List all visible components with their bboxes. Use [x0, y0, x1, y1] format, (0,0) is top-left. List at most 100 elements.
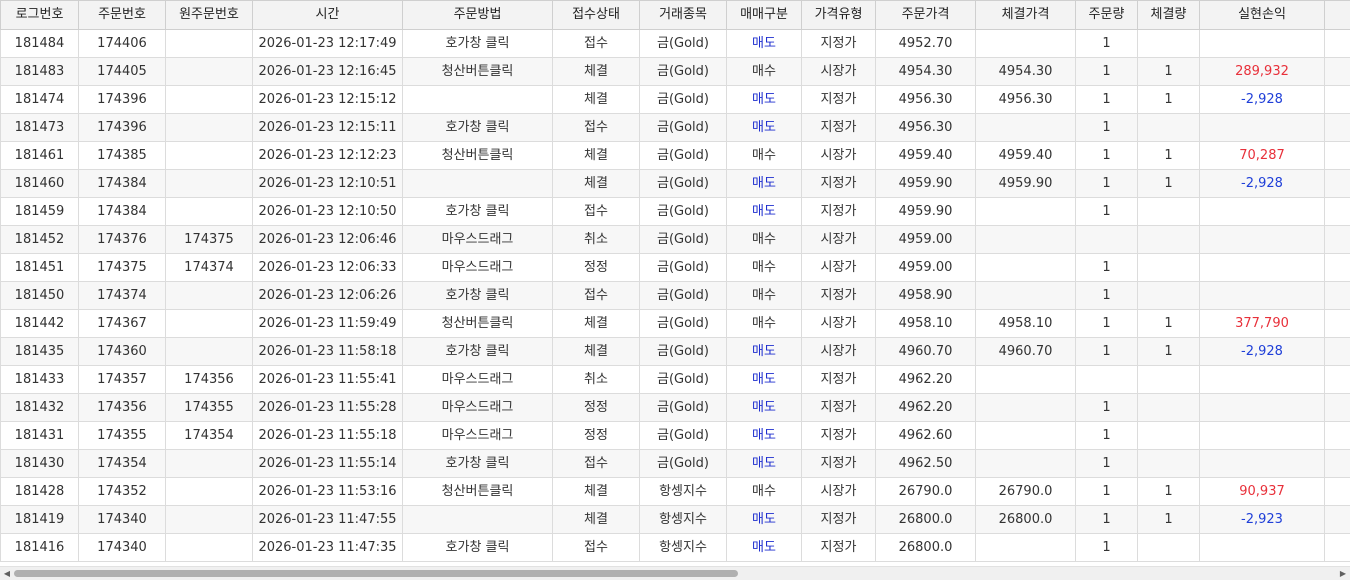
- cell-fill-price: 4954.30: [976, 58, 1076, 86]
- column-header-fill-qty[interactable]: 체결량: [1138, 1, 1200, 30]
- cell-original-order-number: [166, 534, 253, 562]
- table-row[interactable]: 1814191743402026-01-23 11:47:55체결항셍지수매도지…: [1, 506, 1350, 534]
- cell-order-number: 174340: [79, 506, 166, 534]
- cell-order-qty: 1: [1076, 310, 1138, 338]
- cell-filler: [1325, 226, 1350, 254]
- column-header-instrument[interactable]: 거래종목: [640, 1, 727, 30]
- table-row[interactable]: 1814161743402026-01-23 11:47:35호가창 클릭접수항…: [1, 534, 1350, 562]
- cell-original-order-number: 174355: [166, 394, 253, 422]
- column-header-price-type[interactable]: 가격유형: [802, 1, 876, 30]
- cell-instrument: 금(Gold): [640, 58, 727, 86]
- cell-order-number: 174406: [79, 30, 166, 58]
- table-row[interactable]: 1814841744062026-01-23 12:17:49호가창 클릭접수금…: [1, 30, 1350, 58]
- cell-order-price: 4960.70: [876, 338, 976, 366]
- cell-order-number: 174340: [79, 534, 166, 562]
- table-row[interactable]: 1814301743542026-01-23 11:55:14호가창 클릭접수금…: [1, 450, 1350, 478]
- cell-original-order-number: [166, 86, 253, 114]
- cell-order-number: 174355: [79, 422, 166, 450]
- cell-filler: [1325, 254, 1350, 282]
- table-row[interactable]: 1814741743962026-01-23 12:15:12체결금(Gold)…: [1, 86, 1350, 114]
- horizontal-scrollbar[interactable]: ◀ ▶: [0, 566, 1350, 580]
- cell-order-price: 4956.30: [876, 86, 976, 114]
- cell-order-method: 마우스드래그: [403, 394, 553, 422]
- table-row[interactable]: 1814511743751743742026-01-23 12:06:33마우스…: [1, 254, 1350, 282]
- table-row[interactable]: 1814521743761743752026-01-23 12:06:46마우스…: [1, 226, 1350, 254]
- cell-price-type: 지정가: [802, 30, 876, 58]
- table-row[interactable]: 1814281743522026-01-23 11:53:16청산버튼클릭체결항…: [1, 478, 1350, 506]
- cell-time: 2026-01-23 11:55:28: [253, 394, 403, 422]
- cell-fill-price: [976, 534, 1076, 562]
- column-header-realized-pnl[interactable]: 실현손익: [1200, 1, 1325, 30]
- cell-order-number: 174376: [79, 226, 166, 254]
- cell-trade-side: 매도: [727, 534, 802, 562]
- cell-filler: [1325, 198, 1350, 226]
- column-header-order-price[interactable]: 주문가격: [876, 1, 976, 30]
- column-header-original-order-number[interactable]: 원주문번호: [166, 1, 253, 30]
- cell-order-price: 4954.30: [876, 58, 976, 86]
- table-row[interactable]: 1814311743551743542026-01-23 11:55:18마우스…: [1, 422, 1350, 450]
- cell-realized-pnl: [1200, 30, 1325, 58]
- cell-realized-pnl: -2,923: [1200, 506, 1325, 534]
- table-row[interactable]: 1814831744052026-01-23 12:16:45청산버튼클릭체결금…: [1, 58, 1350, 86]
- table-row[interactable]: 1814591743842026-01-23 12:10:50호가창 클릭접수금…: [1, 198, 1350, 226]
- cell-receipt-status: 체결: [553, 170, 640, 198]
- cell-order-method: 청산버튼클릭: [403, 142, 553, 170]
- table-row[interactable]: 1814601743842026-01-23 12:10:51체결금(Gold)…: [1, 170, 1350, 198]
- triangle-right-icon[interactable]: ▶: [1338, 569, 1348, 578]
- cell-price-type: 지정가: [802, 450, 876, 478]
- cell-time: 2026-01-23 12:12:23: [253, 142, 403, 170]
- cell-price-type: 시장가: [802, 254, 876, 282]
- cell-order-number: 174354: [79, 450, 166, 478]
- cell-instrument: 금(Gold): [640, 170, 727, 198]
- column-header-log-number[interactable]: 로그번호: [1, 1, 79, 30]
- scrollbar-thumb[interactable]: [14, 570, 738, 577]
- column-header-order-method[interactable]: 주문방법: [403, 1, 553, 30]
- table-row[interactable]: 1814501743742026-01-23 12:06:26호가창 클릭접수금…: [1, 282, 1350, 310]
- column-header-receipt-status[interactable]: 접수상태: [553, 1, 640, 30]
- column-header-order-number[interactable]: 주문번호: [79, 1, 166, 30]
- cell-fill-price: 4959.90: [976, 170, 1076, 198]
- triangle-left-icon[interactable]: ◀: [2, 569, 12, 578]
- cell-price-type: 지정가: [802, 422, 876, 450]
- column-header-trade-side[interactable]: 매매구분: [727, 1, 802, 30]
- cell-original-order-number: [166, 450, 253, 478]
- cell-log-number: 181431: [1, 422, 79, 450]
- table-row[interactable]: 1814351743602026-01-23 11:58:18호가창 클릭체결금…: [1, 338, 1350, 366]
- cell-fill-qty: 1: [1138, 142, 1200, 170]
- table-row[interactable]: 1814611743852026-01-23 12:12:23청산버튼클릭체결금…: [1, 142, 1350, 170]
- table-row[interactable]: 1814731743962026-01-23 12:15:11호가창 클릭접수금…: [1, 114, 1350, 142]
- cell-instrument: 금(Gold): [640, 450, 727, 478]
- cell-order-method: 마우스드래그: [403, 422, 553, 450]
- cell-realized-pnl: [1200, 394, 1325, 422]
- cell-receipt-status: 체결: [553, 310, 640, 338]
- table-row[interactable]: 1814421743672026-01-23 11:59:49청산버튼클릭체결금…: [1, 310, 1350, 338]
- cell-trade-side: 매수: [727, 478, 802, 506]
- cell-instrument: 항셍지수: [640, 534, 727, 562]
- cell-fill-price: [976, 394, 1076, 422]
- cell-realized-pnl: 70,287: [1200, 142, 1325, 170]
- column-header-order-qty[interactable]: 주문량: [1076, 1, 1138, 30]
- cell-original-order-number: [166, 114, 253, 142]
- cell-fill-price: [976, 282, 1076, 310]
- cell-realized-pnl: [1200, 198, 1325, 226]
- cell-log-number: 181432: [1, 394, 79, 422]
- cell-original-order-number: 174354: [166, 422, 253, 450]
- cell-log-number: 181473: [1, 114, 79, 142]
- table-row[interactable]: 1814321743561743552026-01-23 11:55:28마우스…: [1, 394, 1350, 422]
- cell-instrument: 금(Gold): [640, 198, 727, 226]
- cell-order-method: [403, 86, 553, 114]
- column-header-time[interactable]: 시간: [253, 1, 403, 30]
- cell-instrument: 금(Gold): [640, 338, 727, 366]
- cell-price-type: 시장가: [802, 338, 876, 366]
- cell-order-method: 호가창 클릭: [403, 198, 553, 226]
- cell-time: 2026-01-23 12:06:46: [253, 226, 403, 254]
- cell-order-qty: [1076, 226, 1138, 254]
- table-row[interactable]: 1814331743571743562026-01-23 11:55:41마우스…: [1, 366, 1350, 394]
- cell-time: 2026-01-23 11:53:16: [253, 478, 403, 506]
- cell-order-price: 4959.00: [876, 226, 976, 254]
- column-header-fill-price[interactable]: 체결가격: [976, 1, 1076, 30]
- cell-price-type: 지정가: [802, 366, 876, 394]
- cell-order-method: 마우스드래그: [403, 366, 553, 394]
- cell-log-number: 181474: [1, 86, 79, 114]
- cell-fill-price: [976, 30, 1076, 58]
